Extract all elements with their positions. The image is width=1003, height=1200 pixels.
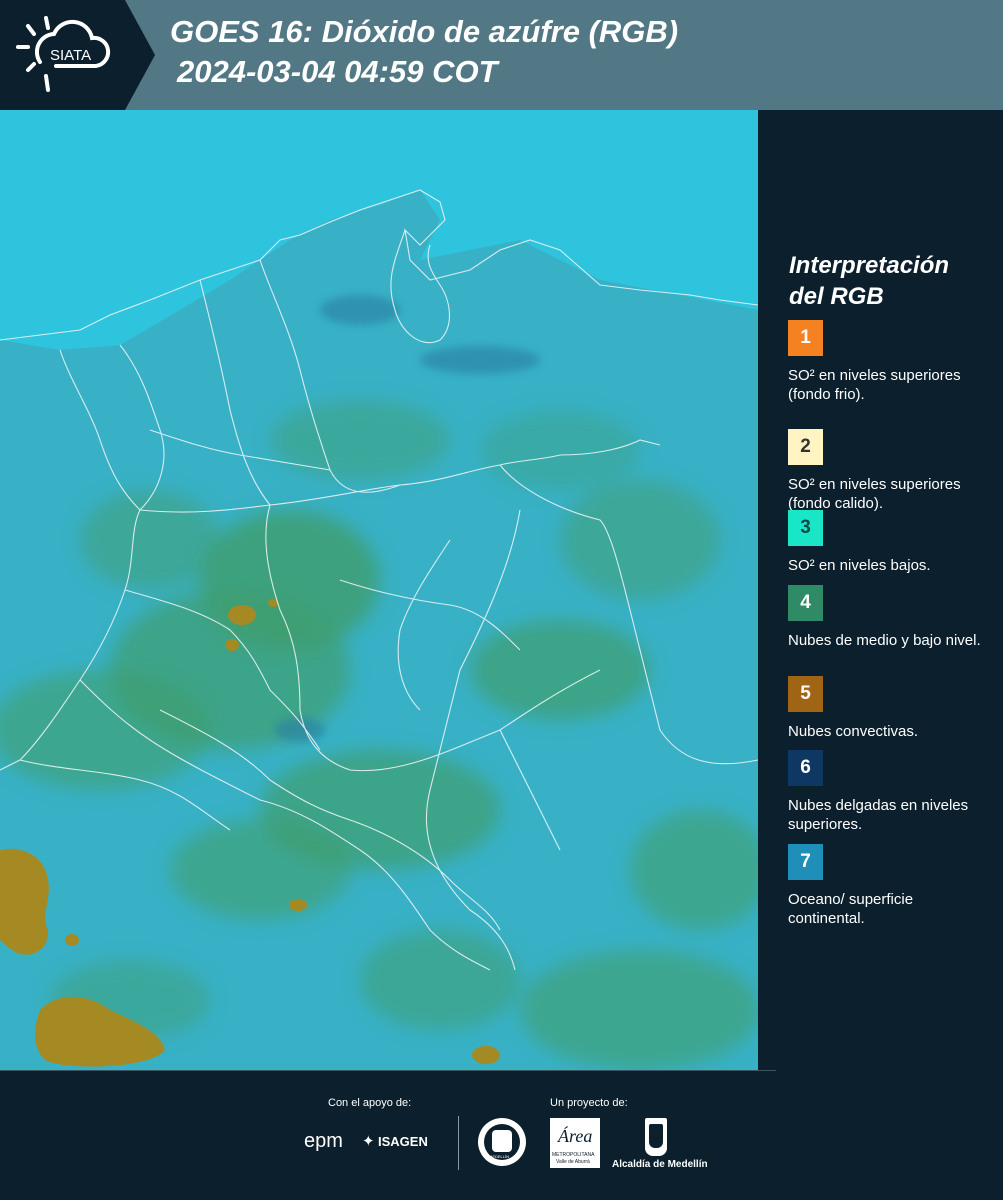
legend-swatch-6: 6 [788,750,823,786]
legend-title: Interpretación del RGB [789,250,989,312]
isagen-icon: ✦ [362,1133,375,1150]
siata-logo-text: SIATA [50,47,92,64]
footer-separator [458,1116,459,1170]
area-logo-text: Área [558,1126,593,1146]
footer-divider [0,1070,776,1071]
alcaldia-logo: Alcaldía de Medellín [612,1159,708,1170]
page-timestamp: 2024-03-04 04:59 COT [177,54,498,89]
legend-swatch-4: 4 [788,585,823,621]
area-logo-line2: Valle de Aburrá [556,1159,590,1165]
legend-description-5: Nubes convectivas. [788,723,919,740]
legend-description-2: SO² en niveles superiores (fondo calido)… [788,476,961,512]
epm-logo: epm [304,1130,343,1152]
legend-title-line2: del RGB [789,283,884,310]
header-bar: SIATA GOES 16: Dióxido de azúfre (RGB) 2… [0,0,1003,110]
support-label: Con el apoyo de: [328,1097,412,1109]
legend-panel: Interpretación del RGB 1 SO² en niveles s… [758,110,1003,1070]
legend-description-1: SO² en niveles superiores (fondo frio). [788,367,961,403]
medellin-seal-icon: MEDELLÍN [478,1118,526,1166]
legend-swatch-2: 2 [788,429,823,465]
siata-logo: SIATA [0,0,155,110]
legend-description-3: SO² en niveles bajos. [788,557,931,574]
footer: Con el apoyo de: Un proyecto de: epm ✦ I… [0,1070,1003,1200]
legend-description-7: Oceano/ superficie continental. [788,891,914,927]
legend-swatch-3: 3 [788,510,823,546]
legend-title-line1: Interpretación [789,252,950,279]
medellin-seal-text: MEDELLÍN [489,1154,510,1159]
legend-swatch-5: 5 [788,676,823,712]
legend-description-4: Nubes de medio y bajo nivel. [788,632,981,649]
satellite-map [0,110,758,1070]
page-title: GOES 16: Dióxido de azúfre (RGB) [170,14,679,49]
map-svg [0,110,758,1070]
isagen-logo: ISAGEN [378,1134,428,1149]
legend-swatch-1: 1 [788,320,823,356]
project-label: Un proyecto de: [550,1097,628,1109]
legend-description-6: Nubes delgadas en niveles superiores. [788,797,969,833]
area-metropolitana-logo: Área METROPOLITANA Valle de Aburrá [550,1118,600,1168]
legend-swatch-7: 7 [788,844,823,880]
area-logo-line1: METROPOLITANA [552,1152,595,1158]
alcaldia-shield-icon [645,1118,667,1156]
